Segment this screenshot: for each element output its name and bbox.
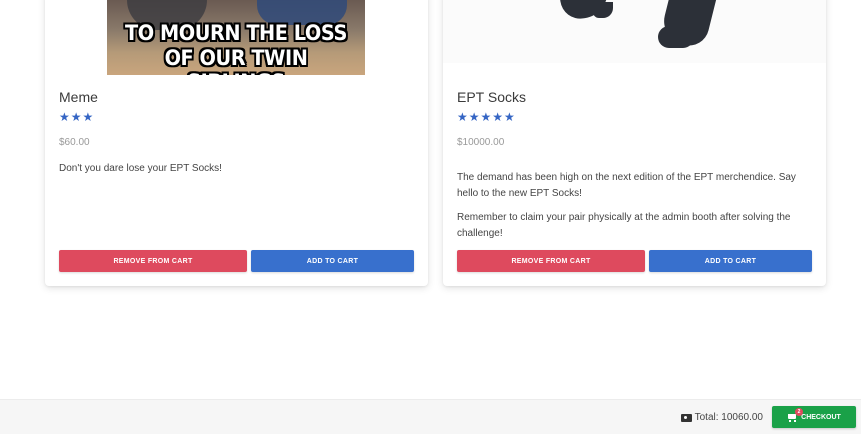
add-to-cart-button[interactable]: Add to cart (251, 250, 414, 272)
remove-from-cart-button[interactable]: Remove from cart (457, 250, 645, 272)
product-title: Meme (59, 89, 98, 105)
cart-total-label: Total: 10060.00 (694, 412, 763, 423)
sock-shape (658, 26, 694, 48)
cart-footer-bar: Total: 10060.00 Checkout (0, 399, 861, 434)
rating-stars: ★★★★★ (457, 110, 516, 124)
rating-stars: ★★★ (59, 110, 95, 124)
product-card-ept-socks: EPT Socks ★★★★★ $10000.00 The demand has… (443, 0, 826, 286)
product-description: Don't you dare lose your EPT Socks! (59, 161, 409, 186)
remove-from-cart-button[interactable]: Remove from cart (59, 250, 247, 272)
cart-total: Total: 10060.00 (680, 412, 763, 423)
socks-image (443, 0, 826, 63)
money-bill-icon (680, 413, 692, 422)
product-price: $10000.00 (457, 137, 505, 148)
product-image-meme: TO MOURN THE LOSS OF OUR TWIN SIBLINGS (45, 0, 428, 75)
sock-shape (593, 2, 613, 18)
product-description-paragraph: Don't you dare lose your EPT Socks! (59, 163, 222, 174)
product-description: The demand has been high on the next edi… (457, 170, 807, 250)
meme-caption-line-1: TO MOURN THE LOSS (125, 21, 347, 45)
meme-image: TO MOURN THE LOSS OF OUR TWIN SIBLINGS (107, 0, 365, 75)
product-card-meme: TO MOURN THE LOSS OF OUR TWIN SIBLINGS M… (45, 0, 428, 286)
product-image-socks (443, 0, 826, 75)
add-to-cart-button[interactable]: Add to cart (649, 250, 812, 272)
product-title: EPT Socks (457, 89, 526, 105)
cart-count-badge: 2 (795, 408, 803, 416)
checkout-label: Checkout (801, 413, 841, 421)
checkout-button[interactable]: Checkout (772, 406, 856, 428)
product-description-paragraph: The demand has been high on the next edi… (457, 172, 796, 199)
product-description-paragraph: Remember to claim your pair physically a… (457, 212, 791, 239)
meme-caption-line-2: OF OUR TWIN SIBLINGS (164, 46, 308, 75)
product-price: $60.00 (59, 137, 90, 148)
